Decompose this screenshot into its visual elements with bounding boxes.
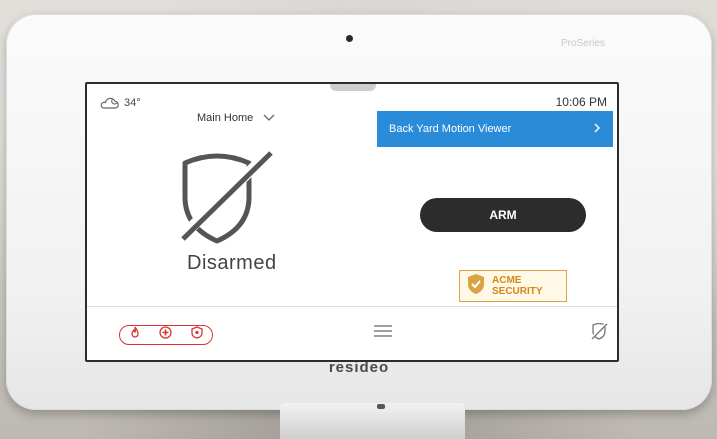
fire-icon[interactable] <box>129 326 141 344</box>
disarmed-status-icon[interactable] <box>589 321 609 346</box>
system-status-label: Disarmed <box>187 252 277 274</box>
pull-down-tab[interactable] <box>330 84 376 91</box>
camera-viewer-label: Back Yard Motion Viewer <box>389 123 512 135</box>
camera-lens <box>346 35 353 42</box>
hamburger-menu-icon[interactable] <box>373 324 393 343</box>
dealer-logo: ACME SECURITY <box>459 270 567 302</box>
dealer-name-line2: SECURITY <box>492 286 543 297</box>
chevron-right-icon <box>593 122 601 137</box>
stand-connector <box>377 404 385 409</box>
location-label: Main Home <box>197 112 254 124</box>
panic-buttons[interactable] <box>119 325 213 345</box>
series-label: ProSeries <box>561 38 605 49</box>
police-icon[interactable] <box>191 326 203 344</box>
dealer-name: ACME SECURITY <box>492 275 543 297</box>
bottom-bar <box>87 306 617 360</box>
shield-disarmed-icon <box>175 147 281 252</box>
touchscreen-device: ProSeries resideo 34° 10:06 PM Main Home <box>6 14 712 410</box>
shield-check-icon <box>466 273 486 300</box>
arm-button[interactable]: ARM <box>420 198 586 232</box>
medical-icon[interactable] <box>159 326 173 344</box>
camera-viewer-button[interactable]: Back Yard Motion Viewer <box>377 111 613 147</box>
weather-widget[interactable]: 34° <box>99 96 141 110</box>
cloud-moon-icon <box>99 96 121 110</box>
dealer-name-line1: ACME <box>492 275 522 286</box>
location-selector[interactable]: Main Home <box>197 112 275 124</box>
device-stand <box>280 403 465 439</box>
screen: 34° 10:06 PM Main Home Disarmed Back Yar… <box>85 82 619 362</box>
chevron-down-icon <box>263 114 275 122</box>
temperature: 34° <box>124 97 141 109</box>
clock: 10:06 PM <box>555 95 607 109</box>
